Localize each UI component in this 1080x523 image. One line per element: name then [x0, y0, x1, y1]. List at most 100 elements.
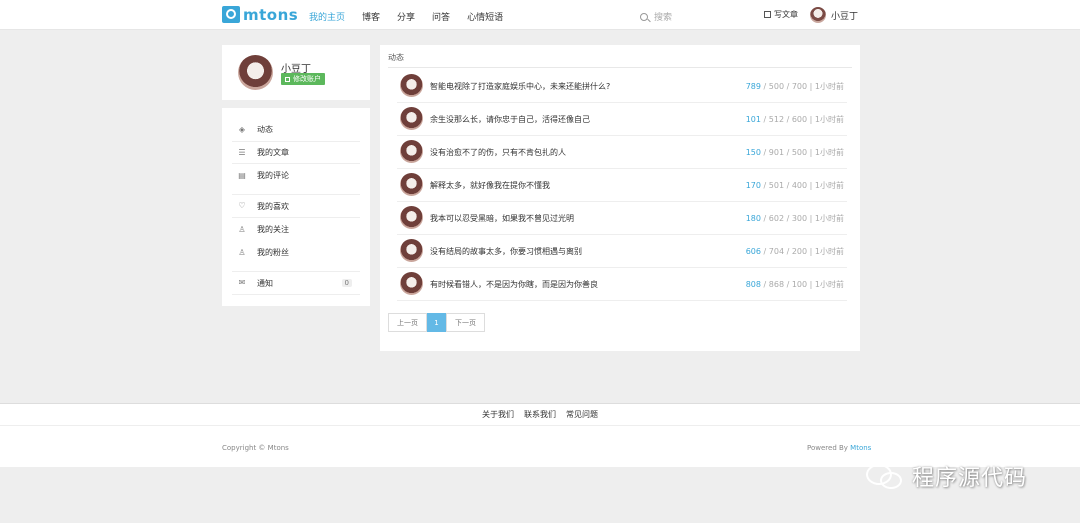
- wechat-icon: [866, 461, 906, 491]
- stat-likes: 500: [768, 82, 785, 91]
- feed-item-time: 1小时前: [814, 247, 844, 256]
- sidebar-item-label: 我的评论: [257, 171, 289, 180]
- user-menu[interactable]: 小豆丁: [810, 7, 858, 23]
- search-box[interactable]: 搜索: [640, 10, 672, 23]
- feed-item-time: 1小时前: [814, 181, 844, 190]
- nav-share[interactable]: 分享: [397, 10, 415, 23]
- feed-item-time: 1小时前: [814, 280, 844, 289]
- sidebar-item-label: 我的喜欢: [257, 201, 289, 211]
- site-logo[interactable]: mtons: [222, 5, 298, 24]
- feed-title: 动态: [388, 53, 404, 62]
- list-item[interactable]: 有时候看错人，不是因为你瞎，而是因为你善良 808 / 868 / 100 | …: [397, 268, 847, 301]
- feed-list: 智能电视除了打造家庭娱乐中心，未来还能拼什么? 789 / 500 / 700 …: [397, 70, 847, 301]
- list-item[interactable]: 余生没那么长，请你忠于自己，活得还像自己 101 / 512 / 600 | 1…: [397, 103, 847, 136]
- footer-link-about[interactable]: 关于我们: [482, 409, 514, 420]
- feed-item-text[interactable]: 我本可以忍受黑暗，如果我不曾见过光明: [430, 213, 574, 224]
- avatar[interactable]: [400, 140, 423, 163]
- nav-mood[interactable]: 心情短语: [467, 10, 503, 23]
- nav-qa[interactable]: 问答: [432, 10, 450, 23]
- mail-icon: ✉: [238, 278, 246, 287]
- stat-comments: 100: [791, 280, 808, 289]
- logo-text: mtons: [243, 5, 299, 24]
- stat-comments: 700: [791, 82, 808, 91]
- page-1-button[interactable]: 1: [427, 313, 446, 332]
- next-page-button[interactable]: 下一页: [446, 313, 485, 332]
- edit-icon: [285, 76, 290, 82]
- search-placeholder[interactable]: 搜索: [654, 10, 672, 23]
- heart-icon: ♡: [238, 201, 246, 210]
- feed-item-text[interactable]: 没有结局的故事太多，你要习惯相遇与离别: [430, 246, 582, 257]
- list-item[interactable]: 解释太多，就好像我在提你不懂我 170 / 501 / 400 | 1小时前: [397, 169, 847, 202]
- menu-divider: [232, 187, 360, 195]
- avatar[interactable]: [400, 206, 423, 229]
- feed-item-stats: 101 / 512 / 600 | 1小时前: [745, 115, 844, 124]
- avatar[interactable]: [400, 107, 423, 130]
- feed-item-time: 1小时前: [814, 115, 844, 124]
- avatar: [810, 7, 826, 23]
- stat-comments: 500: [791, 148, 808, 157]
- copyright-text: Copyright © Mtons: [222, 444, 289, 452]
- sidebar-item-notifications[interactable]: ✉ 通知 0: [232, 272, 360, 295]
- sidebar-item-my-articles[interactable]: ☰ 我的文章: [232, 141, 360, 164]
- avatar[interactable]: [400, 239, 423, 262]
- footer-links: 关于我们 联系我们 常见问题: [0, 403, 1080, 426]
- feed-item-stats: 808 / 868 / 100 | 1小时前: [745, 280, 844, 289]
- feed-item-text[interactable]: 智能电视除了打造家庭娱乐中心，未来还能拼什么?: [430, 81, 610, 92]
- sidebar-item-label: 动态: [257, 125, 273, 134]
- user-icon: ♙: [238, 224, 246, 234]
- sidebar-item-my-likes[interactable]: ♡ 我的喜欢: [232, 195, 360, 218]
- sidebar-item-label: 我的粉丝: [257, 248, 289, 257]
- list-item[interactable]: 我本可以忍受黑暗，如果我不曾见过光明 180 / 602 / 300 | 1小时…: [397, 202, 847, 235]
- write-article-button[interactable]: 写文章: [764, 9, 798, 20]
- footer-link-contact[interactable]: 联系我们: [524, 409, 556, 420]
- avatar[interactable]: [400, 74, 423, 97]
- notification-count-badge: 0: [341, 279, 352, 287]
- stat-comments: 600: [791, 115, 808, 124]
- activity-feed: 动态 智能电视除了打造家庭娱乐中心，未来还能拼什么? 789 / 500 / 7…: [380, 45, 860, 351]
- powered-prefix: Powered By: [807, 444, 851, 452]
- feed-divider: [388, 67, 852, 68]
- powered-brand-link[interactable]: Mtons: [850, 444, 871, 452]
- stat-views: 170: [745, 181, 761, 190]
- feed-item-text[interactable]: 没有治愈不了的伤，只有不肯包扎的人: [430, 147, 566, 158]
- stat-likes: 512: [768, 115, 785, 124]
- layers-icon: ◈: [238, 124, 246, 134]
- list-item[interactable]: 没有结局的故事太多，你要习惯相遇与离别 606 / 704 / 200 | 1小…: [397, 235, 847, 268]
- edit-account-label: 修改账户: [293, 75, 321, 83]
- sidebar-item-my-comments[interactable]: ▤ 我的评论: [232, 164, 360, 187]
- stat-comments: 400: [791, 181, 808, 190]
- nav-blog[interactable]: 博客: [362, 10, 380, 23]
- stat-views: 101: [745, 115, 761, 124]
- feed-item-text[interactable]: 解释太多，就好像我在提你不懂我: [430, 180, 550, 191]
- user-icon: ♙: [238, 247, 246, 257]
- prev-page-button[interactable]: 上一页: [388, 313, 427, 332]
- avatar[interactable]: [400, 173, 423, 196]
- nav-home[interactable]: 我的主页: [309, 10, 345, 23]
- write-article-label: 写文章: [774, 10, 798, 19]
- list-item[interactable]: 智能电视除了打造家庭娱乐中心，未来还能拼什么? 789 / 500 / 700 …: [397, 70, 847, 103]
- stat-views: 606: [745, 247, 761, 256]
- sidebar-item-followers[interactable]: ♙ 我的粉丝: [232, 241, 360, 264]
- stat-comments: 200: [791, 247, 808, 256]
- pagination: 上一页 1 下一页: [388, 313, 485, 332]
- sidebar-item-label: 我的关注: [257, 225, 289, 234]
- sidebar-item-activity[interactable]: ◈ 动态: [232, 118, 360, 141]
- sidebar-item-label: 我的文章: [257, 148, 289, 157]
- username: 小豆丁: [831, 11, 859, 22]
- profile-avatar[interactable]: [238, 55, 273, 90]
- feed-item-stats: 150 / 901 / 500 | 1小时前: [745, 148, 844, 157]
- avatar[interactable]: [400, 272, 423, 295]
- edit-account-button[interactable]: 修改账户: [281, 73, 325, 85]
- sidebar-item-following[interactable]: ♙ 我的关注: [232, 218, 360, 241]
- search-icon: [640, 12, 648, 21]
- feed-item-text[interactable]: 余生没那么长，请你忠于自己，活得还像自己: [430, 114, 590, 125]
- main-nav: 我的主页 博客 分享 问答 心情短语: [309, 10, 520, 23]
- edit-icon: [764, 11, 771, 18]
- feed-item-text[interactable]: 有时候看错人，不是因为你瞎，而是因为你善良: [430, 279, 598, 290]
- top-navbar: mtons 我的主页 博客 分享 问答 心情短语 搜索 写文章 小豆丁: [0, 0, 1080, 30]
- stat-views: 150: [745, 148, 761, 157]
- stat-views: 808: [745, 280, 761, 289]
- list-item[interactable]: 没有治愈不了的伤，只有不肯包扎的人 150 / 901 / 500 | 1小时前: [397, 136, 847, 169]
- footer-link-faq[interactable]: 常见问题: [566, 409, 598, 420]
- stat-likes: 901: [768, 148, 785, 157]
